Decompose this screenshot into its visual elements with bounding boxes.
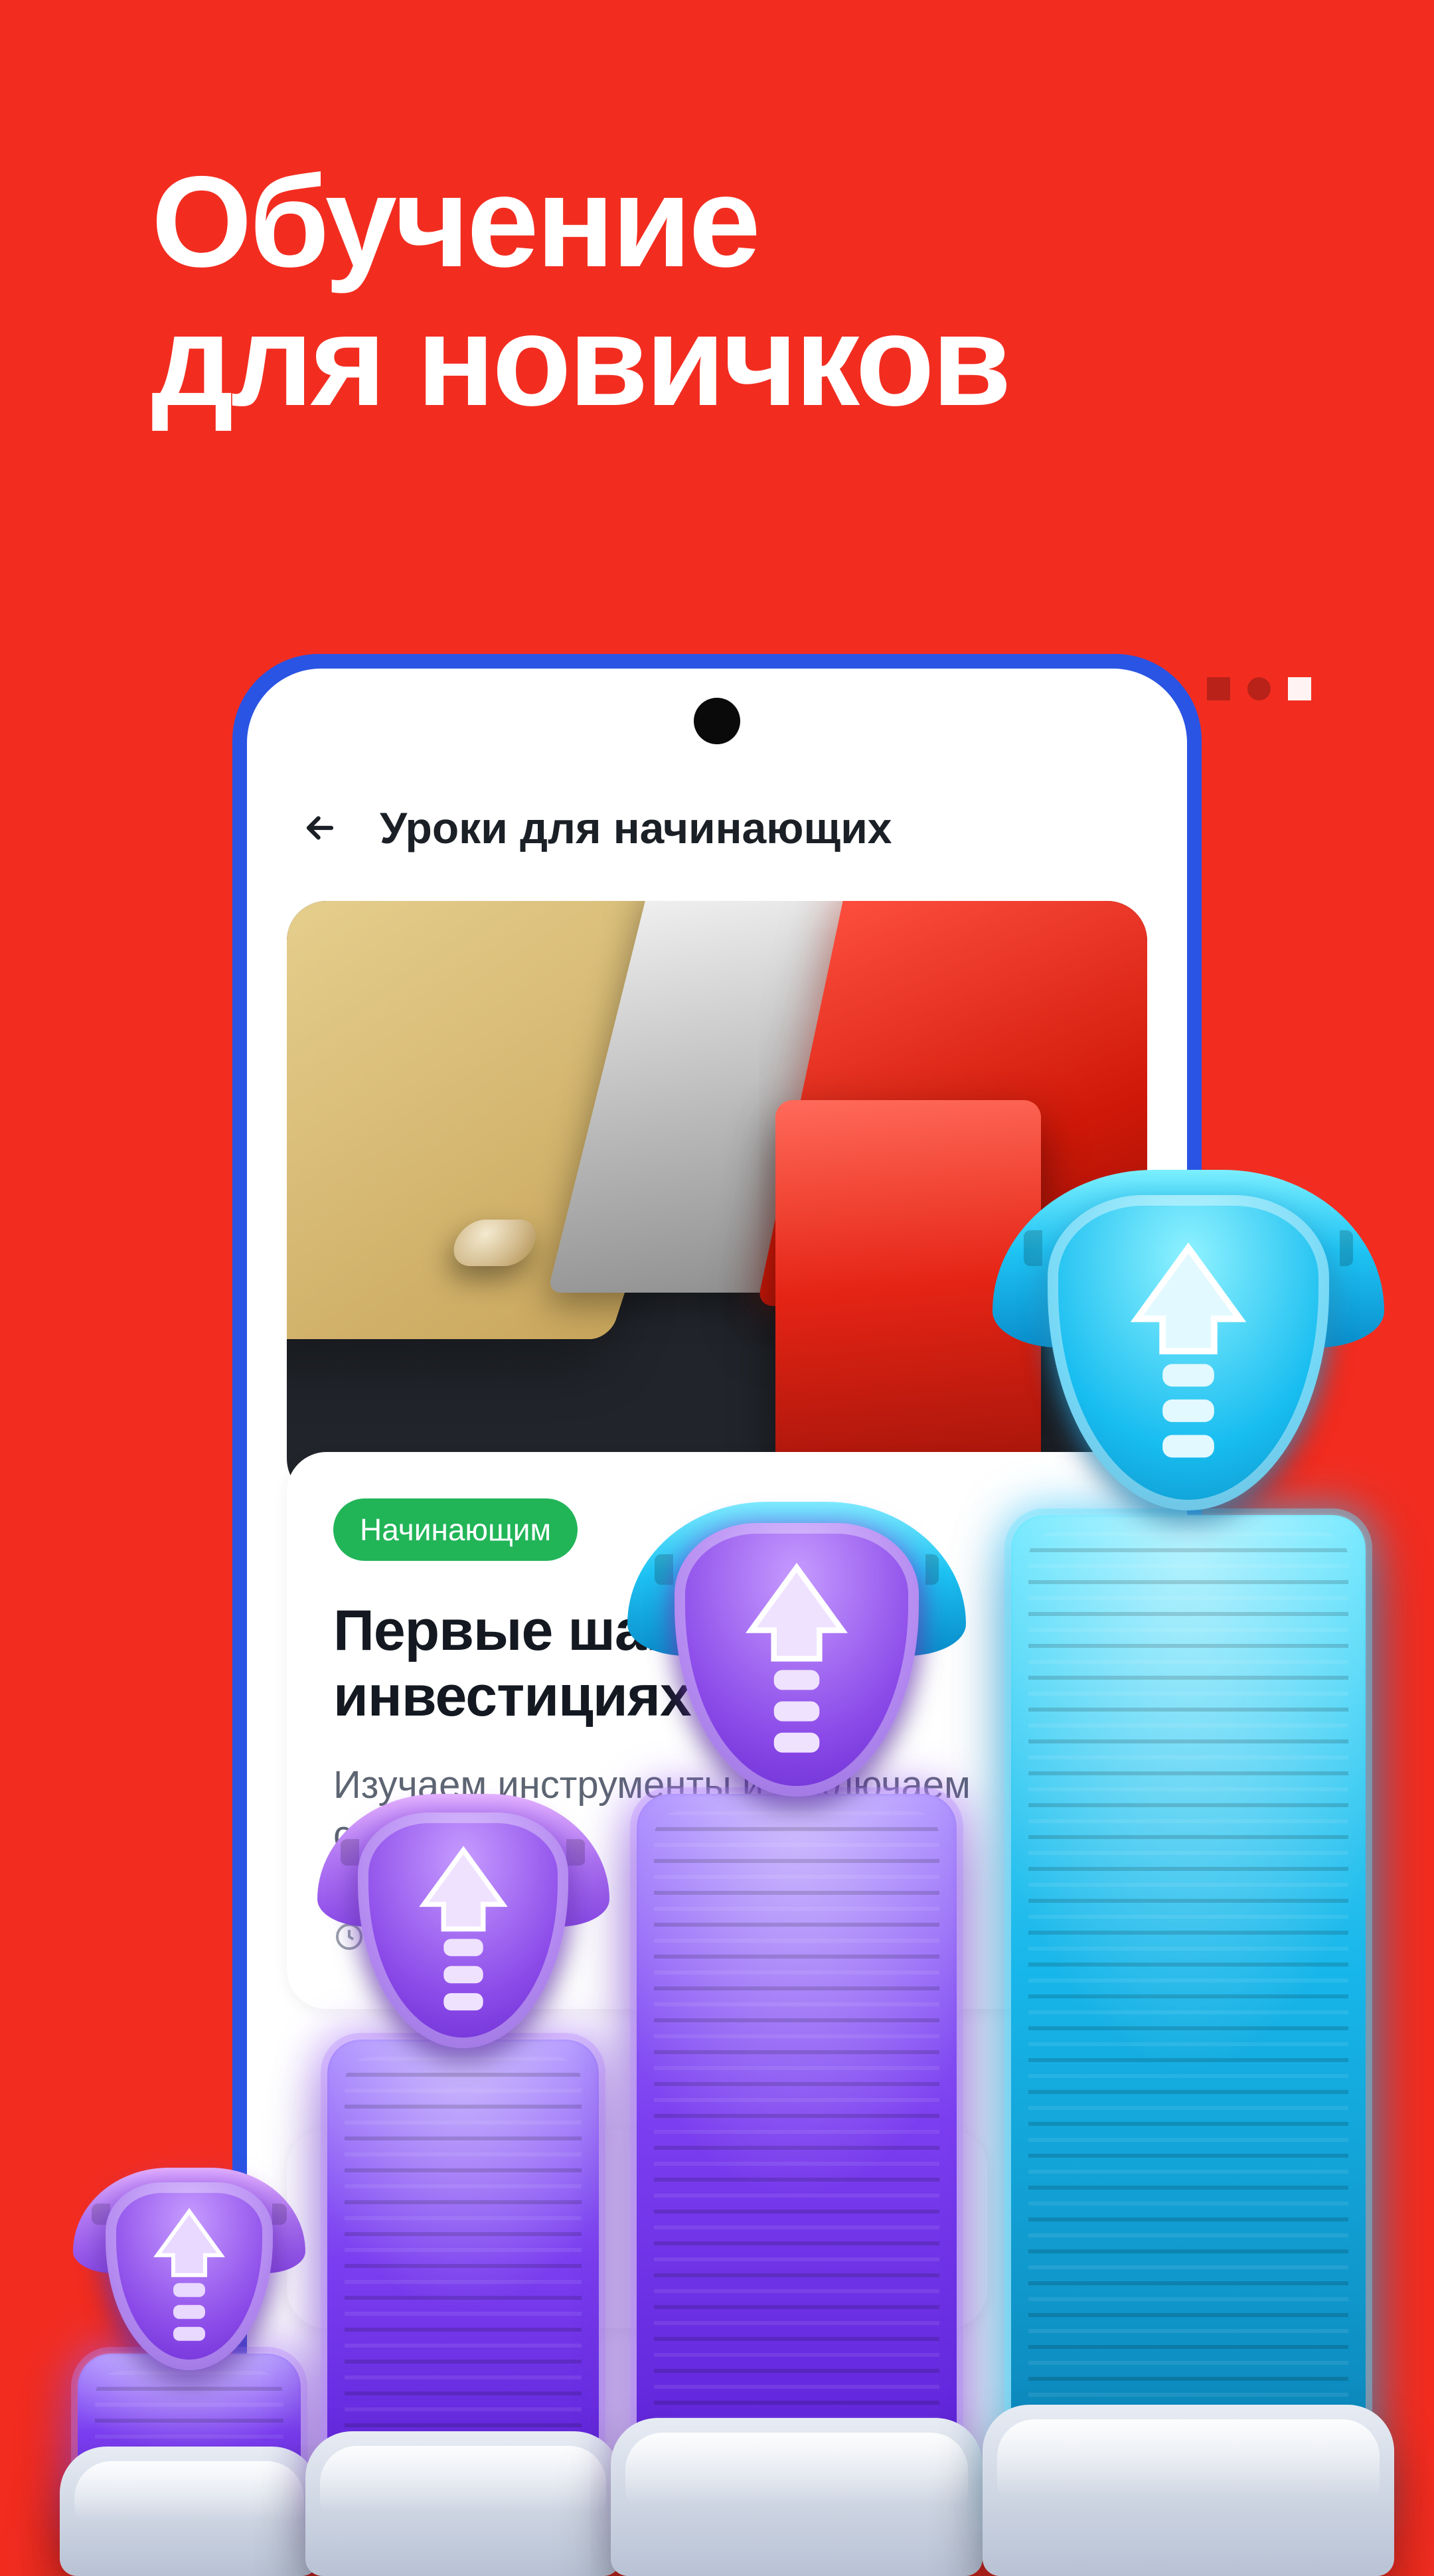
level-pill: Начинающим	[333, 1498, 578, 1561]
lesson-title: Первые шаги в инвестициях	[333, 1598, 1101, 1730]
phone-screen: Уроки для начинающих Начинающим Первые ш…	[247, 669, 1187, 2538]
camera-notch-icon	[694, 698, 740, 744]
lesson-hero-image	[287, 901, 1147, 1498]
carousel-dot[interactable]	[1247, 677, 1271, 700]
promo-title: Обучение для новичков	[0, 0, 1434, 430]
lesson-card[interactable]: Начинающим Первые шаги в инвестициях Изу…	[287, 1452, 1147, 2009]
carousel-dot[interactable]	[1207, 677, 1230, 700]
clock-icon	[333, 1921, 365, 1953]
phone-frame: Уроки для начинающих Начинающим Первые ш…	[232, 654, 1202, 2553]
lesson-card-next[interactable]	[287, 2129, 988, 2328]
appbar-title: Уроки для начинающих	[380, 803, 892, 853]
promo-line-2: для новичков	[151, 291, 1434, 430]
badge-ribbon-icon	[152, 2248, 226, 2326]
lesson-meta: 1 урок д	[333, 1917, 1101, 1956]
app-bar: Уроки для начинающих	[247, 801, 1187, 854]
carousel-dot-active[interactable]	[1288, 677, 1311, 700]
promo-line-1: Обучение	[151, 153, 1434, 291]
arrow-left-icon	[301, 809, 339, 847]
lesson-subtitle: Изучаем инструменты и заключаем сделки	[333, 1760, 1101, 1860]
decor-red-block	[775, 1100, 1041, 1472]
back-button[interactable]	[293, 801, 347, 854]
arrow-up-icon	[149, 2204, 229, 2343]
carousel-indicator[interactable]	[1207, 677, 1311, 700]
lesson-meta-text: 1 урок д	[384, 1917, 508, 1956]
